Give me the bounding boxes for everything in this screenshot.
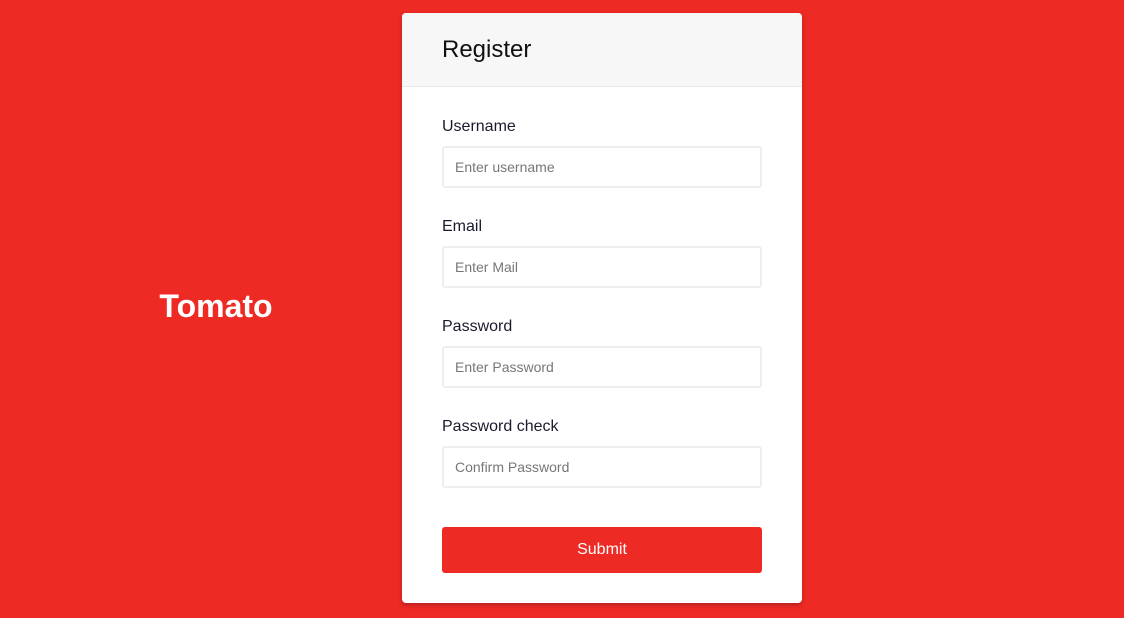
password-label: Password [442,318,513,335]
email-input[interactable] [442,246,762,288]
email-label: Email [442,218,483,235]
password-input[interactable] [442,346,762,388]
register-card: Register Username Email Password Passwor… [402,13,802,603]
username-field-group: Username [442,115,762,188]
email-field-group: Email [442,215,762,288]
username-input[interactable] [442,146,762,188]
page-title: Register [442,36,532,63]
card-header: Register [402,13,802,87]
brand-logo-text: Tomato [159,288,273,324]
password-check-label: Password check [442,418,559,435]
password-check-input[interactable] [442,446,762,488]
password-check-field-group: Password check [442,415,762,488]
password-field-group: Password [442,315,762,388]
submit-button[interactable]: Submit [442,527,762,573]
username-label: Username [442,118,516,135]
